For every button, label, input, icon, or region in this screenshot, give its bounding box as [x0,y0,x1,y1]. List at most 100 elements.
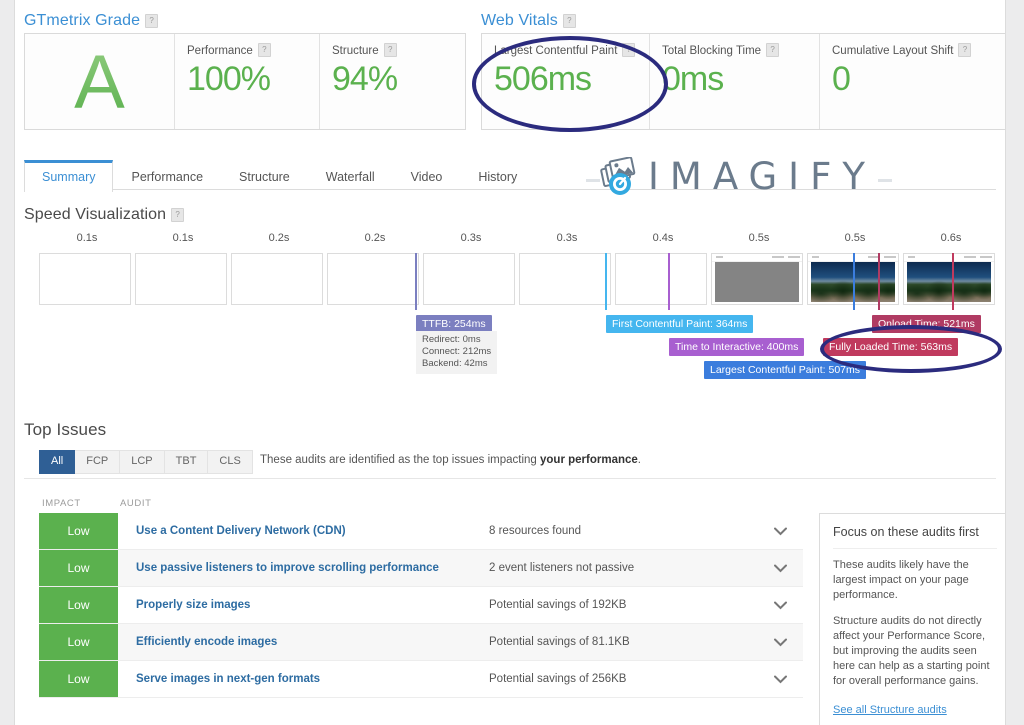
audit-link[interactable]: Properly size images [118,587,489,623]
column-header-audit: AUDIT [120,498,152,509]
top-issues-rule [24,478,996,479]
filmstrip-tick: 0.1s [172,232,194,244]
chevron-down-icon[interactable] [757,587,803,623]
metric-lcp-value: 506ms [494,60,592,98]
audit-link[interactable]: Serve images in next-gen formats [118,661,489,697]
ttfb-backend: Backend: 42ms [422,358,488,369]
focus-panel-paragraph-2: Structure audits do not directly affect … [833,615,990,687]
filmstrip-frame[interactable] [519,253,611,305]
table-row[interactable]: Low Properly size images Potential savin… [39,587,803,624]
metric-structure-label-wrap: Structure? [332,43,453,57]
impact-badge: Low [39,513,118,549]
audit-detail: Potential savings of 256KB [489,673,627,685]
see-all-structure-audits-link[interactable]: See all Structure audits [833,704,947,716]
tab-waterfall[interactable]: Waterfall [308,160,393,192]
filmstrip-frame[interactable] [39,253,131,305]
speed-visualization-heading: Speed Visualization? [24,206,185,224]
table-row[interactable]: Low Use passive listeners to improve scr… [39,550,803,587]
table-row[interactable]: Low Efficiently encode images Potential … [39,624,803,661]
metric-lcp-label: Largest Contentful Paint [494,45,618,57]
chevron-down-icon[interactable] [757,624,803,660]
gtmetrix-report-page: GTmetrix Grade? A Performance? 100% Stru… [15,0,1005,725]
metric-cls-label: Cumulative Layout Shift [832,45,954,57]
impact-badge: Low [39,661,118,697]
metric-structure-value: 94% [332,60,398,98]
filter-cls[interactable]: CLS [208,450,253,474]
table-row[interactable]: Low Serve images in next-gen formats Pot… [39,661,803,698]
tab-structure[interactable]: Structure [221,160,308,192]
help-icon-performance[interactable]: ? [257,43,271,57]
tab-history[interactable]: History [460,160,535,192]
logo-right-dash [877,179,892,182]
audit-detail: Potential savings of 81.1KB [489,636,630,648]
filmstrip-frame[interactable] [423,253,515,305]
chevron-down-icon[interactable] [757,513,803,549]
filmstrip-frame[interactable] [135,253,227,305]
top-issues-filter-group: All FCP LCP TBT CLS [39,450,253,474]
marker-label-fcp[interactable]: First Contentful Paint: 364ms [606,315,754,333]
metric-tbt: Total Blocking Time? 0ms [650,34,820,129]
help-icon-speed-visualization[interactable]: ? [171,208,185,222]
logo-left-dash [586,179,600,182]
filter-fcp[interactable]: FCP [75,450,121,474]
filmstrip-frame[interactable] [231,253,323,305]
metric-structure-label: Structure [332,45,379,57]
marker-label-tti[interactable]: Time to Interactive: 400ms [669,338,805,356]
marker-label-onload[interactable]: Onload Time: 521ms [872,315,981,333]
thumb-browser-bar [712,254,802,262]
filmstrip-frame[interactable] [327,253,419,305]
help-icon-cls[interactable]: ? [958,43,972,57]
help-icon-tbt[interactable]: ? [766,43,780,57]
overall-grade-cell: A [25,34,175,129]
metric-performance: Performance? 100% [175,34,320,129]
audit-link[interactable]: Efficiently encode images [118,624,489,660]
browser-viewport: GTmetrix Grade? A Performance? 100% Stru… [0,0,1024,725]
impact-badge: Low [39,550,118,586]
filter-lcp[interactable]: LCP [120,450,165,474]
tab-structure-label: Structure [239,170,290,184]
help-icon-structure[interactable]: ? [383,43,397,57]
web-vitals-heading: Web Vitals? [481,12,576,30]
table-row[interactable]: Low Use a Content Delivery Network (CDN)… [39,513,803,550]
chevron-down-icon[interactable] [757,661,803,697]
metric-lcp: Largest Contentful Paint? 506ms [482,34,650,129]
tab-history-label: History [478,170,518,184]
tab-performance-label: Performance [131,170,204,184]
tab-summary[interactable]: Summary [24,160,114,192]
filmstrip-frame[interactable] [615,253,707,305]
marker-line-onload [878,253,880,310]
metric-performance-value: 100% [187,60,271,98]
tab-video[interactable]: Video [393,160,461,192]
impact-badge: Low [39,587,118,623]
filmstrip-tick: 0.2s [268,232,290,244]
filmstrip [39,253,999,305]
filter-all[interactable]: All [39,450,76,474]
help-icon-gtmetrix-grade[interactable]: ? [145,14,159,28]
focus-panel-paragraph-1: These audits likely have the largest imp… [833,559,969,601]
metric-structure: Structure? 94% [320,34,465,129]
marker-line-fully-loaded [952,253,954,310]
audit-link[interactable]: Use passive listeners to improve scrolli… [118,550,489,586]
metric-cls-value: 0 [832,60,851,98]
column-header-impact: IMPACT [42,498,81,509]
marker-label-lcp[interactable]: Largest Contentful Paint: 507ms [704,361,867,379]
ttfb-connect: Connect: 212ms [422,346,492,357]
top-issues-note-bold: your performance [540,454,638,466]
filmstrip-tick: 0.5s [844,232,866,244]
thumb-placeholder-grey [715,262,799,302]
top-issues-note-suffix: . [637,454,641,466]
marker-label-fully-loaded[interactable]: Fully Loaded Time: 563ms [823,338,959,356]
tab-performance[interactable]: Performance [113,160,221,192]
filmstrip-tick: 0.6s [940,232,962,244]
focus-audits-panel: Focus on these audits first These audits… [819,513,1005,725]
metric-lcp-label-wrap: Largest Contentful Paint? [494,43,637,57]
top-issues-heading-text: Top Issues [24,420,107,439]
web-vitals-heading-text: Web Vitals [481,12,558,29]
filmstrip-frame[interactable] [903,253,995,305]
filter-tbt[interactable]: TBT [164,450,209,474]
audit-link[interactable]: Use a Content Delivery Network (CDN) [118,513,489,549]
help-icon-lcp[interactable]: ? [622,43,636,57]
filmstrip-frame[interactable] [711,253,803,305]
help-icon-web-vitals[interactable]: ? [562,14,576,28]
chevron-down-icon[interactable] [757,550,803,586]
